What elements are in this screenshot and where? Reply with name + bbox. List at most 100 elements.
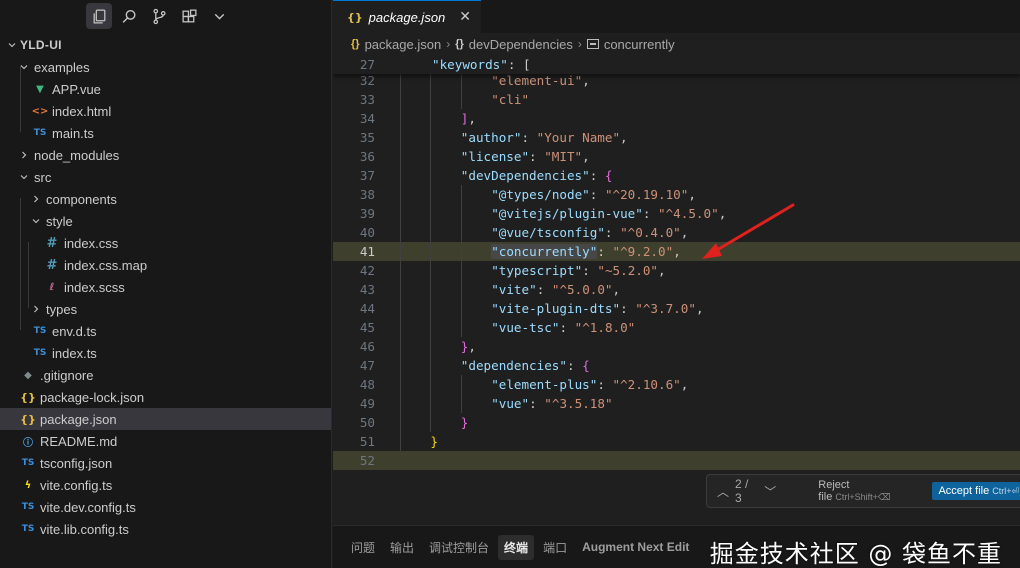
code-line: 42 "typescript": "~5.2.0",: [333, 261, 1020, 280]
tab-debug-console[interactable]: 调试控制台: [423, 535, 495, 560]
line-number: 36: [359, 149, 375, 164]
typescript-file-icon: TS: [33, 326, 47, 336]
vite-file-icon: ϟ: [24, 479, 32, 491]
tree-file[interactable]: ▼ APP.vue: [0, 78, 331, 100]
tab-augment-next-edit[interactable]: Augment Next Edit: [576, 536, 695, 558]
accept-file-button[interactable]: Accept file Ctrl+⏎: [932, 482, 1020, 500]
tree-file[interactable]: ϟ vite.config.ts: [0, 474, 331, 496]
tree-folder[interactable]: YLD-UI: [0, 34, 331, 56]
indent-guide: [430, 55, 432, 432]
code-text: },: [460, 339, 476, 354]
tab-problems[interactable]: 问题: [345, 535, 381, 560]
code-line: 41 "concurrently": "^9.2.0",: [333, 242, 1020, 261]
tree-folder[interactable]: node_modules: [0, 144, 331, 166]
chevron-down-icon: [16, 59, 32, 75]
extensions-icon[interactable]: [176, 3, 202, 29]
breadcrumb-section[interactable]: devDependencies: [469, 37, 573, 52]
tab-package-json[interactable]: {} package.json ✕: [333, 0, 482, 33]
indent-guide: [460, 185, 462, 337]
tree-file[interactable]: ◆ .gitignore: [0, 364, 331, 386]
tree-file[interactable]: {} package-lock.json: [0, 386, 331, 408]
search-icon[interactable]: [116, 3, 142, 29]
tree-file[interactable]: {} package.json: [0, 408, 331, 430]
files-icon[interactable]: [86, 3, 112, 29]
tree-folder[interactable]: components: [0, 188, 331, 210]
typescript-file-icon: TS: [21, 524, 35, 534]
tree-file[interactable]: ⓘ README.md: [0, 430, 331, 452]
change-counter: 2 / 3: [735, 477, 749, 505]
tree-file[interactable]: # index.css.map: [0, 254, 331, 276]
code-text: "dependencies": {: [460, 358, 590, 373]
code-line: 50}: [333, 413, 1020, 432]
breadcrumb-leaf[interactable]: concurrently: [604, 37, 675, 52]
tree-item-label: .gitignore: [40, 367, 94, 383]
tree-item-label: vite.lib.config.ts: [40, 521, 129, 537]
editor-tab-bar: {} package.json ✕: [333, 0, 1020, 33]
typescript-file-icon: TS: [21, 502, 35, 512]
code-text: "vue-tsc": "^1.8.0": [491, 320, 636, 335]
tree-file[interactable]: TS vite.lib.config.ts: [0, 518, 331, 540]
tree-file[interactable]: TS tsconfig.json: [0, 452, 331, 474]
tree-folder[interactable]: src: [0, 166, 331, 188]
tree-item-label: README.md: [40, 433, 118, 449]
line-number: 39: [359, 206, 375, 221]
code-line: 51}: [333, 432, 1020, 451]
tree-file[interactable]: TS vite.dev.config.ts: [0, 496, 331, 518]
line-number: 40: [359, 225, 375, 240]
indent-guide: [20, 198, 21, 330]
json-file-icon: {}: [347, 10, 363, 24]
watermark: 掘金技术社区 @ 袋鱼不重: [709, 540, 1002, 568]
tab-terminal[interactable]: 终端: [498, 534, 535, 560]
tree-item-label: types: [46, 301, 78, 317]
chevron-down-icon[interactable]: [206, 3, 232, 29]
code-line: 48 "element-plus": "^2.10.6",: [333, 375, 1020, 394]
indent-guide: [460, 375, 462, 413]
indent-guide: [400, 71, 401, 451]
line-number: 37: [359, 168, 375, 183]
chevron-down-icon[interactable]: ﹀: [764, 483, 776, 500]
code-line: 47 "dependencies": {: [333, 356, 1020, 375]
tree-item-label: vite.config.ts: [40, 477, 113, 493]
sticky-scroll-line[interactable]: 27 "keywords": [: [333, 55, 1020, 74]
tree-item-label: main.ts: [52, 125, 94, 141]
tree-file[interactable]: TS main.ts: [0, 122, 331, 144]
tree-item-label: env.d.ts: [52, 323, 97, 339]
tree-file[interactable]: TS env.d.ts: [0, 320, 331, 342]
vue-file-icon: ▼: [36, 83, 44, 95]
code-text: "element-plus": "^2.10.6",: [491, 377, 689, 392]
tree-folder[interactable]: examples: [0, 56, 331, 78]
code-editor[interactable]: 27 "keywords": [ 32 "element-ui", 33 "cli" 3…: [333, 55, 1020, 525]
code-line: 37 "devDependencies": {: [333, 166, 1020, 185]
tree-folder[interactable]: types: [0, 298, 331, 320]
panel-tab-bar: 问题 输出 调试控制台 终端 端口 Augment Next Edit 掘金技术…: [333, 525, 1020, 568]
code-line: 36 "license": "MIT",: [333, 147, 1020, 166]
tree-item-label: vite.dev.config.ts: [40, 499, 136, 515]
line-number: 45: [359, 320, 375, 335]
line-number: 49: [359, 396, 375, 411]
reject-file-button[interactable]: Reject file Ctrl+Shift+⌫: [818, 479, 924, 503]
close-icon[interactable]: ✕: [459, 9, 471, 25]
source-control-icon[interactable]: [146, 3, 172, 29]
tab-output[interactable]: 输出: [384, 535, 420, 560]
breadcrumb-separator: ›: [577, 37, 582, 51]
tree-item-label: index.html: [52, 103, 112, 119]
breadcrumb-file[interactable]: package.json: [365, 37, 442, 52]
line-number: 41: [359, 244, 375, 259]
chevron-up-icon[interactable]: ︿: [717, 483, 729, 500]
tab-ports[interactable]: 端口: [537, 535, 573, 560]
tree-file[interactable]: <> index.html: [0, 100, 331, 122]
tree-file[interactable]: # index.css: [0, 232, 331, 254]
line-number: 44: [359, 301, 375, 316]
tree-file[interactable]: ℓ index.scss: [0, 276, 331, 298]
json-file-icon: {}: [20, 412, 36, 426]
code-text: "devDependencies": {: [460, 168, 613, 183]
tree-file[interactable]: TS index.ts: [0, 342, 331, 364]
tree-folder[interactable]: style: [0, 210, 331, 232]
line-number: 50: [359, 415, 375, 430]
code-text: "keywords": [: [432, 57, 531, 72]
code-text: "element-ui",: [491, 73, 590, 88]
tree-item-label: index.ts: [52, 345, 97, 361]
chevron-right-icon: [28, 301, 44, 317]
tree-item-label: APP.vue: [52, 81, 101, 97]
line-number: 34: [359, 111, 375, 126]
